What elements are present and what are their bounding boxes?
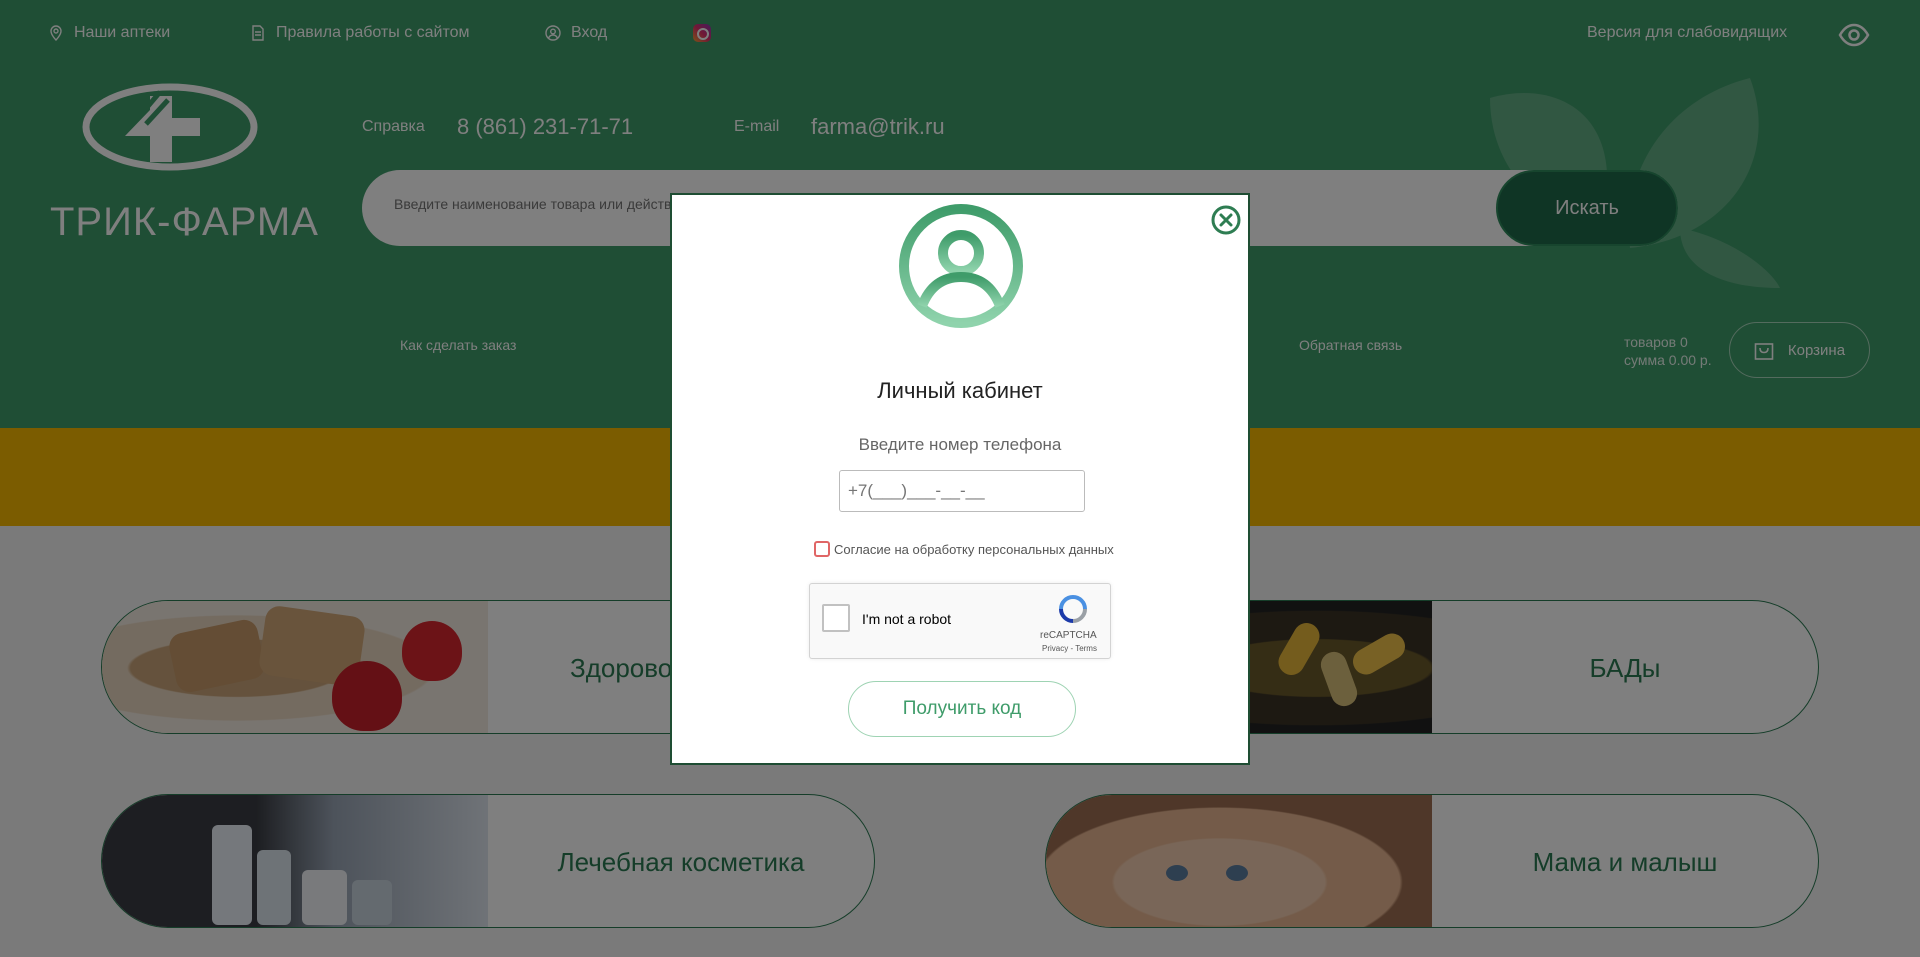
login-modal: Личный кабинет Введите номер телефона Со… (670, 193, 1250, 765)
recaptcha-checkbox[interactable] (822, 604, 850, 632)
recaptcha-widget: I'm not a robot reCAPTCHA Privacy - Term… (809, 583, 1111, 659)
recaptcha-brand: reCAPTCHA (1040, 630, 1097, 641)
consent-row: Согласие на обработку персональных данны… (814, 541, 1114, 557)
get-code-button[interactable]: Получить код (848, 681, 1076, 737)
consent-label: Согласие на обработку персональных данны… (834, 541, 1114, 557)
user-avatar-icon (899, 204, 1023, 328)
recaptcha-logo-icon (1059, 595, 1087, 623)
close-icon[interactable] (1210, 204, 1242, 236)
modal-title: Личный кабинет (877, 378, 1043, 403)
modal-subtitle: Введите номер телефона (858, 435, 1062, 454)
phone-input[interactable] (839, 470, 1085, 512)
recaptcha-terms[interactable]: Privacy - Terms (1042, 644, 1097, 653)
consent-checkbox[interactable] (814, 541, 830, 557)
recaptcha-label: I'm not a robot (862, 611, 952, 627)
